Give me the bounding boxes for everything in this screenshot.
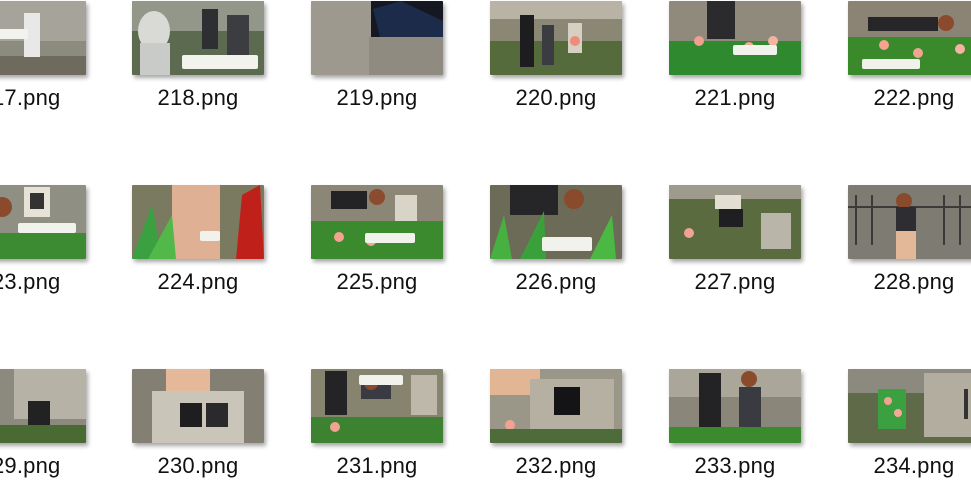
file-name: 225.png xyxy=(336,269,418,294)
file-item[interactable]: 233.png xyxy=(655,369,805,499)
file-name: 223.png xyxy=(0,269,61,294)
file-thumbnail[interactable] xyxy=(311,185,443,259)
file-thumbnail[interactable] xyxy=(669,185,801,259)
file-thumbnail[interactable] xyxy=(311,1,443,75)
file-item[interactable]: 230.png xyxy=(118,369,268,499)
file-thumbnail[interactable] xyxy=(669,1,801,75)
file-name: 231.png xyxy=(336,453,418,478)
file-item[interactable]: 224.png xyxy=(118,185,268,315)
file-item[interactable]: 228.png xyxy=(834,185,971,315)
file-name: 232.png xyxy=(515,453,597,478)
file-thumbnail[interactable] xyxy=(132,185,264,259)
file-thumbnail[interactable] xyxy=(848,1,971,75)
file-item[interactable]: 221.png xyxy=(655,1,805,131)
file-thumbnail[interactable] xyxy=(132,1,264,75)
file-name: 220.png xyxy=(515,85,597,110)
file-thumbnail[interactable] xyxy=(490,369,622,443)
file-thumbnail[interactable] xyxy=(311,369,443,443)
file-item[interactable]: 217.png xyxy=(0,1,90,131)
file-thumbnail[interactable] xyxy=(132,369,264,443)
file-item[interactable]: 223.png xyxy=(0,185,90,315)
file-item[interactable]: 226.png xyxy=(476,185,626,315)
file-item[interactable]: 234.png xyxy=(834,369,971,499)
file-name: 218.png xyxy=(157,85,239,110)
file-thumbnail[interactable] xyxy=(0,369,86,443)
file-item[interactable]: 222.png xyxy=(834,1,971,131)
file-thumbnail[interactable] xyxy=(848,185,971,259)
file-name: 221.png xyxy=(694,85,776,110)
file-item[interactable]: 229.png xyxy=(0,369,90,499)
file-name: 219.png xyxy=(336,85,418,110)
file-name: 234.png xyxy=(873,453,955,478)
file-name: 228.png xyxy=(873,269,955,294)
file-grid: 217.png 218.png 219.png 220.png 221.png 222.p… xyxy=(0,0,971,497)
file-name: 229.png xyxy=(0,453,61,478)
file-item[interactable]: 232.png xyxy=(476,369,626,499)
file-name: 227.png xyxy=(694,269,776,294)
file-thumbnail[interactable] xyxy=(490,1,622,75)
file-thumbnail[interactable] xyxy=(848,369,971,443)
file-thumbnail[interactable] xyxy=(669,369,801,443)
file-item[interactable]: 220.png xyxy=(476,1,626,131)
file-item[interactable]: 219.png xyxy=(297,1,447,131)
file-name: 233.png xyxy=(694,453,776,478)
file-item[interactable]: 231.png xyxy=(297,369,447,499)
file-thumbnail[interactable] xyxy=(490,185,622,259)
file-item[interactable]: 218.png xyxy=(118,1,268,131)
file-name: 230.png xyxy=(157,453,239,478)
file-name: 217.png xyxy=(0,85,61,110)
file-item[interactable]: 227.png xyxy=(655,185,805,315)
file-item[interactable]: 225.png xyxy=(297,185,447,315)
file-name: 222.png xyxy=(873,85,955,110)
file-thumbnail[interactable] xyxy=(0,1,86,75)
file-name: 226.png xyxy=(515,269,597,294)
file-thumbnail[interactable] xyxy=(0,185,86,259)
file-name: 224.png xyxy=(157,269,239,294)
